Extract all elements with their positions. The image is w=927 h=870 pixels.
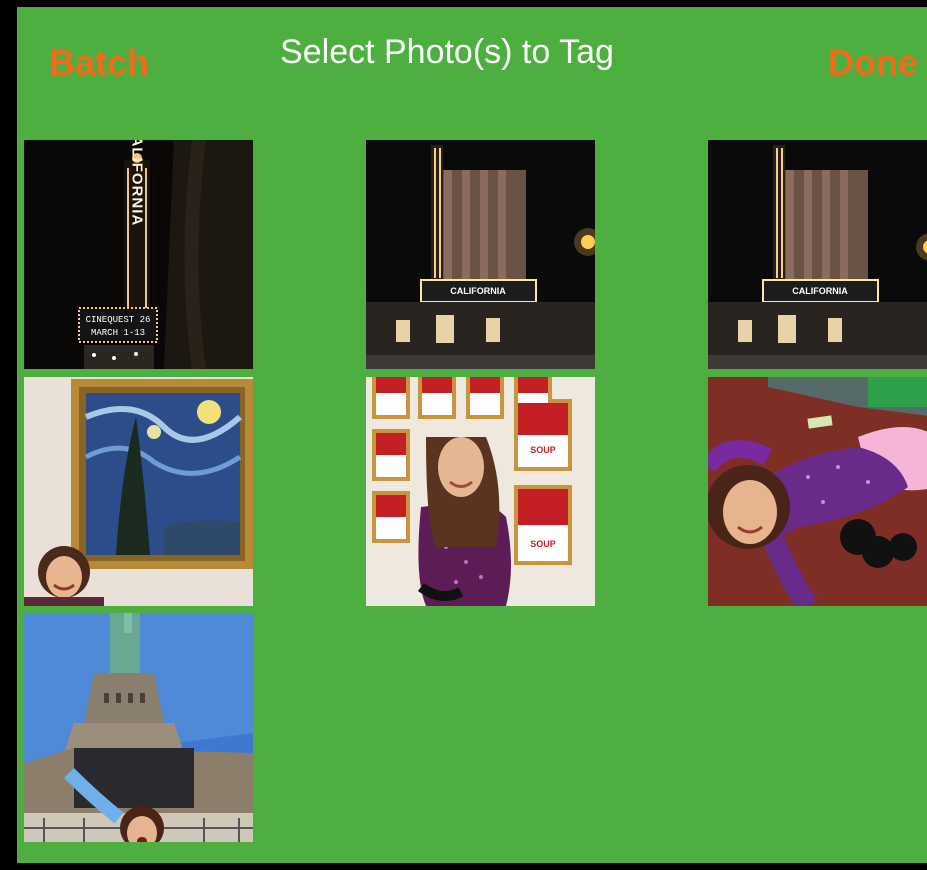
page-title: Select Photo(s) to Tag [280,33,614,71]
photo-thumbnail-painting-gallery[interactable] [24,377,253,606]
photo-thumbnail-statue-of-liberty[interactable] [24,613,253,842]
done-button[interactable]: Done [828,45,918,81]
sign-letters: CALIFORNIA [129,140,146,226]
photo-thumbnail-theater-marquee[interactable]: CALIFORNIA CINEQUEST 26 MARCH 1-13 [24,140,253,369]
sign-text: CALIFORNIA [792,286,848,296]
can-label-2: SOUP [530,539,556,549]
photo-picker-screen: Batch Select Photo(s) to Tag Done CALIFO… [17,7,927,863]
photo-thumbnail-girl-on-floor[interactable] [708,377,927,606]
can-label: SOUP [530,445,556,455]
photo-thumbnail-theater-exterior-2[interactable]: CALIFORNIA [708,140,927,369]
photo-thumbnail-soup-cans[interactable]: SOUP SOUP [366,377,595,606]
marquee-line-2: MARCH 1-13 [91,328,145,338]
photo-thumbnail-theater-exterior[interactable]: CALIFORNIA [366,140,595,369]
sign-text: CALIFORNIA [450,286,506,296]
marquee-line-1: CINEQUEST 26 [86,315,151,325]
